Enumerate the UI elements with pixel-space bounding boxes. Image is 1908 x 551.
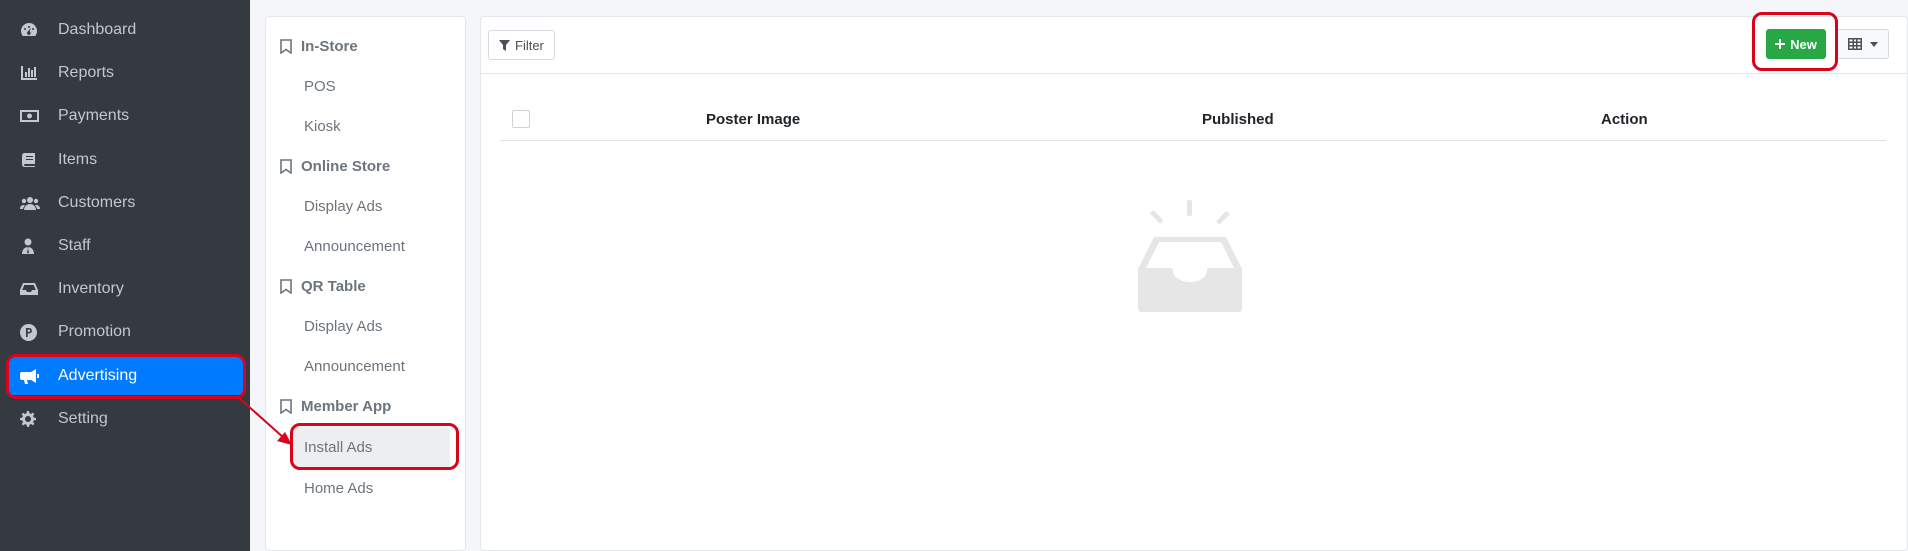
- megaphone-icon: [20, 367, 44, 385]
- sidebar-item-advertising[interactable]: Advertising: [8, 357, 244, 395]
- submenu-link-pos[interactable]: POS: [304, 74, 336, 98]
- promotion-p-icon: [20, 323, 44, 341]
- bookmark-icon: [280, 398, 292, 414]
- sidebar-item-label: Staff: [58, 237, 91, 254]
- submenu-link-kiosk[interactable]: Kiosk: [304, 114, 341, 138]
- column-poster-image[interactable]: Poster Image: [706, 111, 800, 128]
- sidebar-item-label: Items: [58, 151, 98, 168]
- submenu-link-online-display-ads[interactable]: Display Ads: [304, 194, 382, 218]
- book-icon: [20, 151, 44, 169]
- column-action: Action: [1601, 111, 1648, 128]
- sidebar-item-label: Reports: [58, 64, 115, 81]
- sidebar-item-items[interactable]: Items: [8, 141, 244, 179]
- users-icon: [20, 194, 44, 212]
- empty-inbox-icon: [1138, 200, 1242, 312]
- submenu-link-qr-display-ads[interactable]: Display Ads: [304, 314, 382, 338]
- inbox-icon: [20, 280, 44, 298]
- sidebar: Dashboard Reports Payments Items Custome…: [0, 0, 250, 551]
- column-published[interactable]: Published: [1202, 111, 1274, 128]
- submenu-link-qr-announcement[interactable]: Announcement: [304, 354, 405, 378]
- submenu-link-install-ads[interactable]: Install Ads: [292, 427, 450, 467]
- sidebar-item-reports[interactable]: Reports: [8, 54, 244, 92]
- bookmark-icon: [280, 38, 292, 54]
- new-button[interactable]: New: [1766, 29, 1826, 59]
- bookmark-icon: [280, 158, 292, 174]
- toolbar: Filter New: [481, 17, 1907, 74]
- sidebar-item-label: Customers: [58, 194, 136, 211]
- money-bill-icon: [20, 107, 44, 125]
- gear-icon: [20, 410, 44, 428]
- section-in-store: In-Store: [280, 34, 358, 58]
- user-tie-icon: [20, 237, 44, 255]
- main-panel: Filter New Poster Image Published Action: [480, 16, 1908, 551]
- submenu-link-home-ads[interactable]: Home Ads: [304, 476, 373, 500]
- filter-label: Filter: [515, 37, 544, 53]
- view-toggle-dropdown[interactable]: [1836, 29, 1889, 59]
- sidebar-item-payments[interactable]: Payments: [8, 97, 244, 135]
- table-view-icon: [1847, 38, 1862, 50]
- sidebar-item-promotion[interactable]: Promotion: [8, 313, 244, 351]
- sidebar-item-inventory[interactable]: Inventory: [8, 270, 244, 308]
- sidebar-item-staff[interactable]: Staff: [8, 227, 244, 265]
- sidebar-item-dashboard[interactable]: Dashboard: [8, 11, 244, 49]
- sidebar-item-label: Dashboard: [58, 21, 137, 38]
- plus-icon: [1775, 39, 1786, 49]
- section-title: In-Store: [301, 37, 358, 55]
- new-label: New: [1790, 36, 1817, 52]
- sidebar-item-label: Promotion: [58, 323, 131, 340]
- advertising-submenu: In-Store POS Kiosk Online Store Display …: [265, 16, 466, 551]
- bookmark-icon: [280, 278, 292, 294]
- section-online-store: Online Store: [280, 154, 390, 178]
- section-member-app: Member App: [280, 394, 391, 418]
- sidebar-item-setting[interactable]: Setting: [8, 400, 244, 438]
- section-title: Online Store: [301, 157, 391, 175]
- section-title: QR Table: [301, 277, 366, 295]
- sidebar-item-label: Inventory: [58, 280, 124, 297]
- sidebar-item-label: Advertising: [58, 367, 138, 384]
- section-title: Member App: [301, 397, 392, 415]
- bar-chart-icon: [20, 64, 44, 82]
- filter-icon: [499, 39, 510, 51]
- sidebar-item-customers[interactable]: Customers: [8, 184, 244, 222]
- section-qr-table: QR Table: [280, 274, 366, 298]
- caret-down-icon: [1869, 41, 1878, 47]
- dashboard-icon: [20, 21, 44, 39]
- select-all-checkbox[interactable]: [512, 110, 530, 128]
- filter-button[interactable]: Filter: [488, 30, 555, 60]
- sidebar-item-label: Payments: [58, 107, 130, 124]
- submenu-link-online-announcement[interactable]: Announcement: [304, 234, 405, 258]
- sidebar-item-label: Setting: [58, 410, 108, 427]
- table-header: Poster Image Published Action: [500, 101, 1886, 141]
